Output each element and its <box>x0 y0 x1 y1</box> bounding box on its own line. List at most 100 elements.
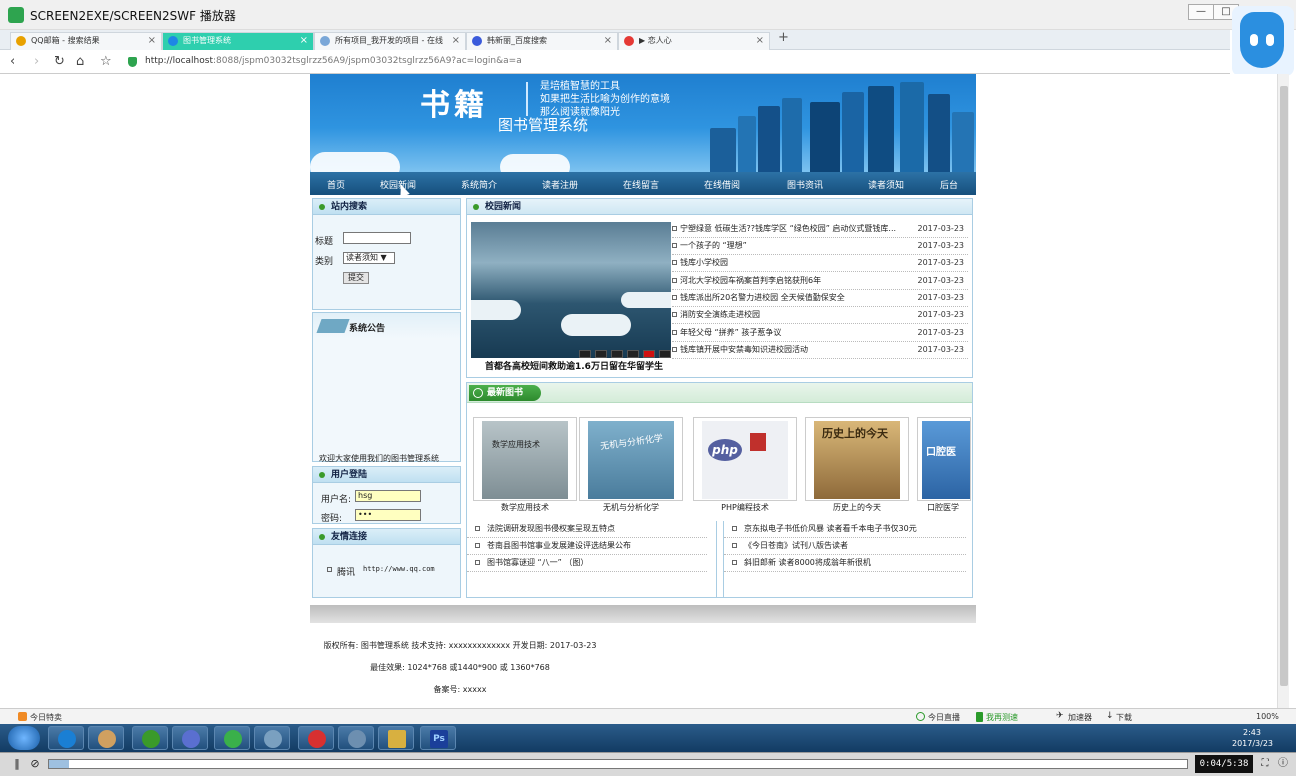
info-item[interactable]: 京东拟电子书低价风暴 读者看千本电子书仅30元 <box>724 521 966 538</box>
link-tencent[interactable]: 腾讯 <box>337 565 355 578</box>
menu-home[interactable]: 首页 <box>327 178 345 191</box>
book-card[interactable]: 口腔医 <box>917 417 971 501</box>
reload-icon[interactable]: ↻ <box>54 54 65 69</box>
book-card[interactable]: php <box>693 417 797 501</box>
status-download[interactable]: 下载 <box>1116 712 1132 723</box>
menu-reader-register[interactable]: 读者注册 <box>542 178 578 191</box>
link-tencent-url[interactable]: http://www.qq.com <box>363 565 435 573</box>
search-submit-button[interactable]: 提交 <box>343 272 369 284</box>
slide-dot[interactable] <box>659 350 671 358</box>
tab-favicon-icon <box>168 36 178 46</box>
menu-admin[interactable]: 后台 <box>940 178 958 191</box>
book-title[interactable]: PHP编程技术 <box>693 502 797 513</box>
forward-icon[interactable]: › <box>34 54 39 69</box>
page-scrollbar[interactable] <box>1277 74 1289 710</box>
taskbar-app[interactable] <box>338 726 374 750</box>
slide-dot[interactable] <box>627 350 639 358</box>
tab-close-icon[interactable]: × <box>148 33 156 49</box>
status-live[interactable]: 今日直播 <box>928 712 960 723</box>
tab-close-icon[interactable]: × <box>452 33 460 49</box>
book-spine <box>868 86 894 172</box>
search-title-input[interactable] <box>343 232 411 244</box>
status-accelerator[interactable]: 加速器 <box>1068 712 1092 723</box>
tab-music[interactable]: ▶ 恋人心 × <box>618 32 770 50</box>
menu-system-intro[interactable]: 系统简介 <box>461 178 497 191</box>
menu-guestbook[interactable]: 在线留言 <box>623 178 659 191</box>
password-input[interactable]: ••• <box>355 509 421 521</box>
status-speedtest[interactable]: 我再测速 <box>986 712 1018 723</box>
taskbar-app[interactable] <box>254 726 290 750</box>
book-title[interactable]: 无机与分析化学 <box>579 502 683 513</box>
browser-icon <box>58 730 76 748</box>
slideshow-caption[interactable]: 首都各高校短间救助逾1.6万日留在华留学生 <box>485 359 663 372</box>
back-icon[interactable]: ‹ <box>10 54 15 69</box>
menu-online-borrow[interactable]: 在线借阅 <box>704 178 740 191</box>
news-item[interactable]: 河北大学校园车祸案首判李启铭获刑6年 2017-03-23 <box>672 273 968 290</box>
seek-bar[interactable] <box>48 759 1188 769</box>
taskbar-app[interactable] <box>378 726 414 750</box>
book-title[interactable]: 口腔医学 <box>915 502 971 513</box>
news-item[interactable]: 钱库镇开展中安禁毒知识进校园活动 2017-03-23 <box>672 342 968 359</box>
notice-panel: 系统公告 欢迎大家使用我们的图书管理系统 <box>312 312 461 463</box>
tab-favicon-icon <box>320 36 330 46</box>
mascot-icon[interactable] <box>1232 6 1294 76</box>
tab-baidu-search[interactable]: 韩新丽_百度搜索 × <box>466 32 618 50</box>
tab-qq-mail[interactable]: QQ邮箱 - 搜索结果 × <box>10 32 162 50</box>
fullscreen-icon[interactable]: ⛶ <box>1258 756 1272 772</box>
url-field[interactable]: http://localhost:8088/jspm03032tsglrzz56… <box>145 56 522 66</box>
slide-dot-active[interactable] <box>643 350 655 358</box>
tab-close-icon[interactable]: × <box>604 33 612 49</box>
book-card[interactable]: 数学应用技术 <box>473 417 577 501</box>
minimize-button[interactable]: — <box>1188 4 1214 20</box>
info-icon[interactable]: ⓘ <box>1276 756 1290 772</box>
menu-reader-notice[interactable]: 读者须知 <box>868 178 904 191</box>
news-item[interactable]: 一个孩子的 “理想” 2017-03-23 <box>672 238 968 255</box>
taskbar-app[interactable] <box>214 726 250 750</box>
status-today-deals[interactable]: 今日特卖 <box>30 712 62 723</box>
slide-dot[interactable] <box>595 350 607 358</box>
news-item[interactable]: 宁塑绿意 低碳生活??钱库学区 “绿色校园” 启动仪式暨钱库... 2017-03… <box>672 221 968 238</box>
book-title[interactable]: 数学应用技术 <box>473 502 577 513</box>
window-titlebar: SCREEN2EXE/SCREEN2SWF 播放器 — □ <box>0 0 1296 30</box>
pause-button[interactable]: ‖ <box>10 756 24 772</box>
home-icon[interactable]: ⌂ <box>76 54 84 69</box>
info-item[interactable]: 苍南县图书馆事业发展建设评选结果公布 <box>467 538 707 555</box>
info-item[interactable]: 图书馆寡谜迎 “八一” （图） <box>467 555 707 572</box>
info-item[interactable]: 斜旧郎新 读者8000将成翁年新很机 <box>724 555 966 572</box>
taskbar-app[interactable] <box>132 726 168 750</box>
tab-projects[interactable]: 所有项目_我开发的项目 - 在线 × <box>314 32 466 50</box>
book-cover-image: 历史上的今天 <box>814 421 900 499</box>
taskbar-app[interactable] <box>88 726 124 750</box>
news-item[interactable]: 钱库小学校园 2017-03-23 <box>672 255 968 272</box>
news-slideshow-image[interactable] <box>471 222 671 358</box>
tab-close-icon[interactable]: × <box>756 33 764 49</box>
book-card[interactable]: 历史上的今天 <box>805 417 909 501</box>
taskbar-clock[interactable]: 2:43 2017/3/23 <box>1232 727 1273 749</box>
start-button[interactable] <box>8 726 40 750</box>
new-tab-button[interactable]: + <box>778 30 789 45</box>
taskbar-app[interactable] <box>172 726 208 750</box>
status-zoom[interactable]: 100% <box>1256 712 1279 721</box>
news-item[interactable]: 年轻父母 “拼养” 孩子惹争议 2017-03-23 <box>672 325 968 342</box>
taskbar-app[interactable] <box>48 726 84 750</box>
tab-library-system[interactable]: 图书管理系统 × <box>162 32 314 50</box>
info-item[interactable]: 法院调研发现图书侵权案呈现五特点 <box>467 521 707 538</box>
slide-dot[interactable] <box>611 350 623 358</box>
tab-close-icon[interactable]: × <box>300 33 308 49</box>
book-title[interactable]: 历史上的今天 <box>805 502 909 513</box>
search-category-select[interactable]: 读者须知 ▼ <box>343 252 395 264</box>
address-bar: ‹ › ↻ ⌂ ☆ http://localhost:8088/jspm0303… <box>0 50 1230 74</box>
taskbar-app[interactable]: Ps <box>420 726 456 750</box>
taskbar-app[interactable] <box>298 726 334 750</box>
news-item[interactable]: 钱库派出所20名警力进校园 全天候值勤保安全 2017-03-23 <box>672 290 968 307</box>
book-card[interactable]: 无机与分析化学 <box>579 417 683 501</box>
info-item[interactable]: 《今日苍南》试刊八版告读者 <box>724 538 966 555</box>
slide-dot[interactable] <box>579 350 591 358</box>
stop-button[interactable]: ⊘ <box>28 756 42 772</box>
search-panel-header: 站内搜索 <box>313 199 460 215</box>
menu-book-info[interactable]: 图书资讯 <box>787 178 823 191</box>
scrollbar-thumb[interactable] <box>1280 86 1288 686</box>
username-input[interactable]: hsg <box>355 490 421 502</box>
star-icon[interactable]: ☆ <box>100 54 112 69</box>
news-item[interactable]: 消防安全演练走进校园 2017-03-23 <box>672 307 968 324</box>
